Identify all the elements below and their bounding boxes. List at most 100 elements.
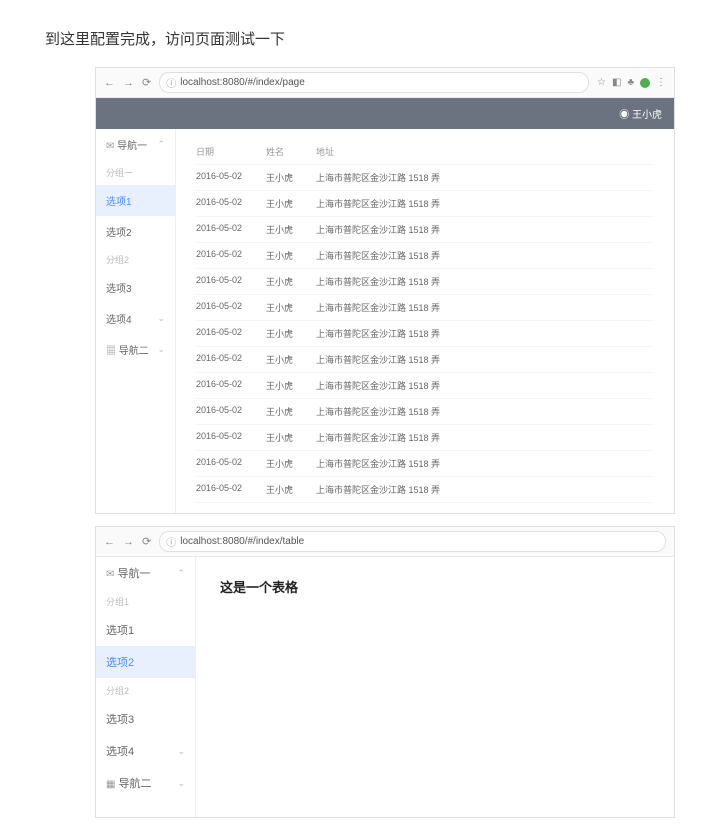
app-body: ✉ 导航一 ⌃ 分组1 选项1 选项2 分组2 选项3 选项4 ⌄ ▦ 导航二 … xyxy=(96,557,674,817)
toolbar-right: ☆ ◧ ♣ ⋮ xyxy=(597,77,666,88)
info-icon: ⓘ xyxy=(166,75,176,90)
browser-window-1: ← → ⟳ ⓘ localhost:8080/#/index/page ☆ ◧ … xyxy=(95,67,675,514)
nav-group-2[interactable]: ▦ 导航二 ⌄ xyxy=(96,334,175,365)
info-icon: ⓘ xyxy=(166,534,176,549)
cell-name: 王小虎 xyxy=(266,249,316,262)
url-bar[interactable]: ⓘ localhost:8080/#/index/table xyxy=(159,531,666,552)
table-row: 2016-05-02王小虎上海市普陀区金沙江路 1518 弄 xyxy=(196,321,654,347)
cell-name: 王小虎 xyxy=(266,301,316,314)
sidebar-group-2: 分组2 xyxy=(96,247,175,272)
cell-date: 2016-05-02 xyxy=(196,223,266,236)
item4-label: 选项4 xyxy=(106,311,132,326)
reload-icon[interactable]: ⟳ xyxy=(142,76,151,89)
ext-icon[interactable]: ♣ xyxy=(627,77,634,88)
app-header: ◉ 王小虎 xyxy=(96,98,674,129)
cell-date: 2016-05-02 xyxy=(196,327,266,340)
cell-date: 2016-05-02 xyxy=(196,197,266,210)
nav2-label: 导航二 xyxy=(119,346,149,357)
cell-addr: 上海市普陀区金沙江路 1518 弄 xyxy=(316,301,654,314)
sidebar: ✉ 导航一 ⌃ 分组1 选项1 选项2 分组2 选项3 选项4 ⌄ ▦ 导航二 … xyxy=(96,557,196,817)
cell-addr: 上海市普陀区金沙江路 1518 弄 xyxy=(316,353,654,366)
cell-addr: 上海市普陀区金沙江路 1518 弄 xyxy=(316,197,654,210)
sidebar-item-1[interactable]: 选项1 xyxy=(96,614,195,646)
table-row: 2016-05-02王小虎上海市普陀区金沙江路 1518 弄 xyxy=(196,347,654,373)
cell-name: 王小虎 xyxy=(266,405,316,418)
table-row: 2016-05-02王小虎上海市普陀区金沙江路 1518 弄 xyxy=(196,243,654,269)
url-bar[interactable]: ⓘ localhost:8080/#/index/page xyxy=(159,72,589,93)
cell-addr: 上海市普陀区金沙江路 1518 弄 xyxy=(316,327,654,340)
nav-group-1[interactable]: ✉ 导航一 ⌃ xyxy=(96,557,195,589)
bookmark-icon[interactable]: ◧ xyxy=(612,77,621,88)
avatar-icon[interactable] xyxy=(640,78,650,88)
cell-date: 2016-05-02 xyxy=(196,171,266,184)
chevron-up-icon: ⌃ xyxy=(177,568,185,579)
table-body: 2016-05-02王小虎上海市普陀区金沙江路 1518 弄2016-05-02… xyxy=(196,165,654,503)
table-row: 2016-05-02王小虎上海市普陀区金沙江路 1518 弄 xyxy=(196,165,654,191)
cell-addr: 上海市普陀区金沙江路 1518 弄 xyxy=(316,249,654,262)
sidebar-item-2[interactable]: 选项2 xyxy=(96,216,175,247)
sidebar-item-1[interactable]: 选项1 xyxy=(96,185,175,216)
cell-date: 2016-05-02 xyxy=(196,275,266,288)
cell-name: 王小虎 xyxy=(266,275,316,288)
browser-toolbar: ← → ⟳ ⓘ localhost:8080/#/index/table xyxy=(96,527,674,557)
cell-addr: 上海市普陀区金沙江路 1518 弄 xyxy=(316,431,654,444)
main-content: 这是一个表格 xyxy=(196,557,674,817)
nav-group-1[interactable]: ✉ 导航一 ⌃ xyxy=(96,129,175,160)
item4-label: 选项4 xyxy=(106,743,134,759)
sidebar-item-2[interactable]: 选项2 xyxy=(96,646,195,678)
th-date: 日期 xyxy=(196,145,266,158)
chevron-down-icon: ⌄ xyxy=(177,746,185,757)
table-row: 2016-05-02王小虎上海市普陀区金沙江路 1518 弄 xyxy=(196,425,654,451)
table-header: 日期 姓名 地址 xyxy=(196,139,654,165)
cell-addr: 上海市普陀区金沙江路 1518 弄 xyxy=(316,223,654,236)
forward-icon[interactable]: → xyxy=(123,536,134,548)
user-avatar-icon[interactable]: ◉ xyxy=(619,110,632,121)
cell-name: 王小虎 xyxy=(266,171,316,184)
cell-addr: 上海市普陀区金沙江路 1518 弄 xyxy=(316,379,654,392)
main-content: 日期 姓名 地址 2016-05-02王小虎上海市普陀区金沙江路 1518 弄2… xyxy=(176,129,674,513)
grid-icon: ▦ xyxy=(106,346,116,357)
th-name: 姓名 xyxy=(266,145,316,158)
intro-text: 到这里配置完成，访问页面测试一下 xyxy=(0,0,722,67)
browser-window-2: ← → ⟳ ⓘ localhost:8080/#/index/table ✉ 导… xyxy=(95,526,675,818)
cell-name: 王小虎 xyxy=(266,483,316,496)
chevron-up-icon: ⌃ xyxy=(157,139,165,150)
app-body: ✉ 导航一 ⌃ 分组一 选项1 选项2 分组2 选项3 选项4 ⌄ ▦ 导航二 … xyxy=(96,129,674,513)
mail-icon: ✉ xyxy=(106,569,114,580)
table-row: 2016-05-02王小虎上海市普陀区金沙江路 1518 弄 xyxy=(196,373,654,399)
back-icon[interactable]: ← xyxy=(104,77,115,89)
grid-icon: ▦ xyxy=(106,779,115,790)
cell-date: 2016-05-02 xyxy=(196,483,266,496)
cell-date: 2016-05-02 xyxy=(196,457,266,470)
table-row: 2016-05-02王小虎上海市普陀区金沙江路 1518 弄 xyxy=(196,217,654,243)
chevron-down-icon: ⌄ xyxy=(157,313,165,324)
sidebar-item-3[interactable]: 选项3 xyxy=(96,703,195,735)
sidebar-item-4[interactable]: 选项4 ⌄ xyxy=(96,303,175,334)
sidebar: ✉ 导航一 ⌃ 分组一 选项1 选项2 分组2 选项3 选项4 ⌄ ▦ 导航二 … xyxy=(96,129,176,513)
cell-name: 王小虎 xyxy=(266,353,316,366)
table-row: 2016-05-02王小虎上海市普陀区金沙江路 1518 弄 xyxy=(196,295,654,321)
cell-name: 王小虎 xyxy=(266,327,316,340)
cell-name: 王小虎 xyxy=(266,431,316,444)
browser-toolbar: ← → ⟳ ⓘ localhost:8080/#/index/page ☆ ◧ … xyxy=(96,68,674,98)
cell-date: 2016-05-02 xyxy=(196,249,266,262)
nav1-label: 导航一 xyxy=(117,141,147,152)
header-username: 王小虎 xyxy=(632,110,662,121)
url-text: localhost:8080/#/index/page xyxy=(180,77,305,88)
reload-icon[interactable]: ⟳ xyxy=(142,535,151,548)
cell-date: 2016-05-02 xyxy=(196,405,266,418)
table-row: 2016-05-02王小虎上海市普陀区金沙江路 1518 弄 xyxy=(196,399,654,425)
cell-date: 2016-05-02 xyxy=(196,353,266,366)
mail-icon: ✉ xyxy=(106,141,114,152)
th-addr: 地址 xyxy=(316,145,654,158)
nav-group-2[interactable]: ▦ 导航二 ⌄ xyxy=(96,767,195,799)
cell-addr: 上海市普陀区金沙江路 1518 弄 xyxy=(316,483,654,496)
table-row: 2016-05-02王小虎上海市普陀区金沙江路 1518 弄 xyxy=(196,191,654,217)
sidebar-item-4[interactable]: 选项4 ⌄ xyxy=(96,735,195,767)
forward-icon[interactable]: → xyxy=(123,77,134,89)
back-icon[interactable]: ← xyxy=(104,536,115,548)
sidebar-item-3[interactable]: 选项3 xyxy=(96,272,175,303)
sidebar-group-1: 分组一 xyxy=(96,160,175,185)
menu-icon[interactable]: ⋮ xyxy=(656,77,666,88)
star-icon[interactable]: ☆ xyxy=(597,77,606,88)
